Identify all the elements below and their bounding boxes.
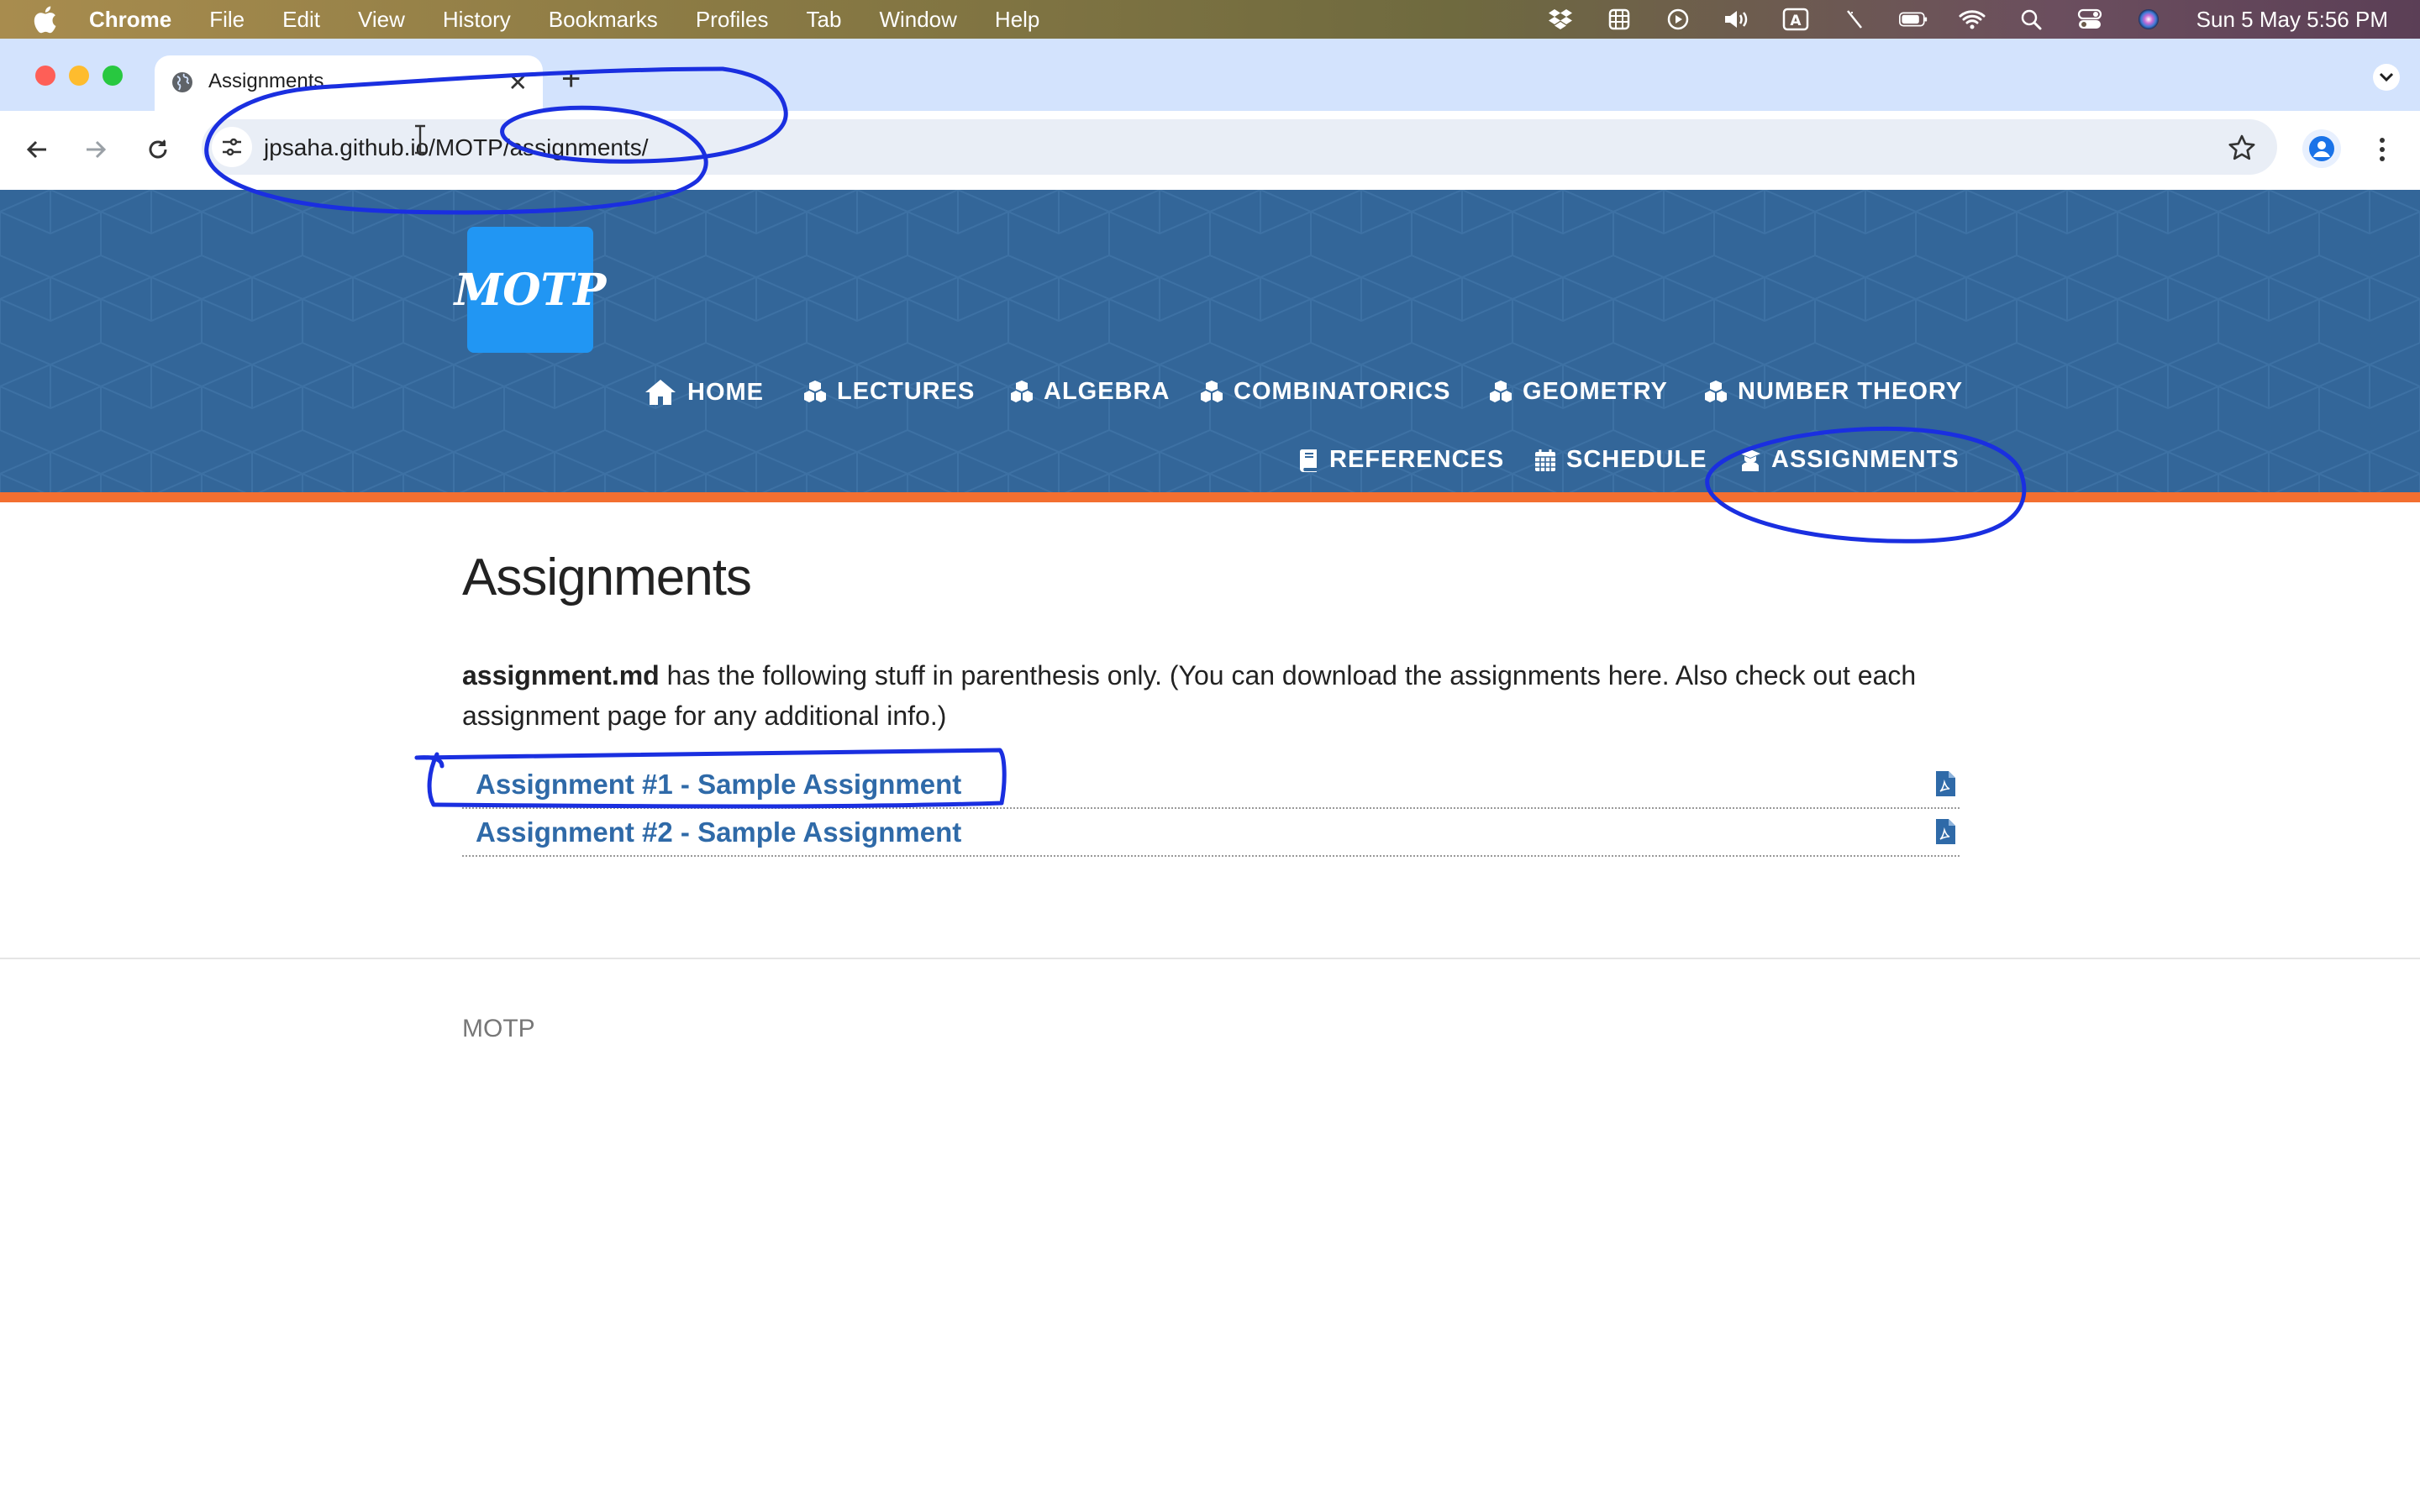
url-text[interactable]: jpsaha.github.io/MOTP/assignments/ — [264, 134, 649, 161]
site-logo-text: MOTP — [454, 264, 607, 316]
menu-window[interactable]: Window — [879, 7, 956, 33]
volume-icon[interactable] — [1723, 7, 1751, 32]
globe-icon — [172, 72, 192, 92]
browser-toolbar: jpsaha.github.io/MOTP/assignments/ — [0, 111, 2420, 190]
dropbox-icon[interactable] — [1546, 7, 1575, 32]
nav-number-theory[interactable]: NUMBER THEORY — [1704, 378, 1963, 406]
menu-profiles[interactable]: Profiles — [696, 7, 769, 33]
intro-text: has the following stuff in parenthesis o… — [462, 660, 1917, 731]
cubes-icon — [1490, 380, 1512, 402]
macos-menu-bar: Chrome File Edit View History Bookmarks … — [0, 0, 2420, 39]
spotlight-search-icon[interactable] — [2017, 7, 2045, 32]
new-tab-button[interactable]: + — [561, 62, 581, 96]
nav-schedule-label: SCHEDULE — [1566, 446, 1707, 473]
nav-assignments-label: ASSIGNMENTS — [1771, 446, 1960, 473]
cubes-icon — [1201, 380, 1223, 402]
intro-filename: assignment.md — [462, 660, 660, 690]
stylus-slash-icon[interactable] — [1840, 7, 1869, 32]
calendar-grid-icon[interactable] — [1605, 7, 1634, 32]
address-bar[interactable]: jpsaha.github.io/MOTP/assignments/ — [202, 119, 2277, 175]
browser-menu-icon[interactable] — [2370, 131, 2395, 168]
cubes-icon — [1011, 380, 1033, 402]
menu-tab[interactable]: Tab — [807, 7, 842, 33]
tab-search-chevron-icon[interactable] — [2373, 64, 2400, 91]
assignment-1-tick — [414, 755, 445, 769]
nav-combinatorics[interactable]: COMBINATORICS — [1200, 378, 1450, 406]
input-source-icon[interactable]: A — [1781, 7, 1810, 32]
nav-assignments[interactable]: ASSIGNMENTS — [1739, 446, 1960, 474]
browser-tab-strip: Assignments ✕ + — [0, 39, 2420, 111]
assignment-row: Assignment #2 - Sample Assignment — [462, 808, 1960, 857]
intro-paragraph: assignment.md has the following stuff in… — [462, 655, 1958, 736]
bookmark-star-icon[interactable] — [2227, 133, 2257, 163]
play-circle-icon[interactable] — [1664, 7, 1692, 32]
site-logo[interactable]: MOTP — [455, 227, 606, 353]
back-arrow-icon[interactable] — [18, 131, 55, 168]
menu-view[interactable]: View — [358, 7, 405, 33]
tab-title: Assignments — [208, 70, 324, 92]
control-center-icon[interactable] — [2075, 7, 2104, 32]
nav-schedule[interactable]: SCHEDULE — [1534, 446, 1707, 474]
header-cube-pattern — [0, 190, 2420, 492]
site-header — [0, 190, 2420, 492]
profile-avatar-icon[interactable] — [2302, 129, 2341, 168]
nav-home[interactable]: HOME — [644, 378, 764, 407]
menu-app-name[interactable]: Chrome — [89, 7, 171, 33]
nav-references[interactable]: REFERENCES — [1299, 446, 1504, 474]
menu-bar-clock[interactable]: Sun 5 May 5:56 PM — [2196, 7, 2388, 33]
nav-algebra-label: ALGEBRA — [1044, 378, 1171, 405]
battery-icon[interactable] — [1898, 7, 1928, 32]
book-icon — [1299, 449, 1317, 472]
menu-edit[interactable]: Edit — [282, 7, 320, 33]
menu-help[interactable]: Help — [995, 7, 1039, 33]
reload-icon[interactable] — [139, 131, 176, 168]
tab-close-icon[interactable]: ✕ — [508, 69, 528, 97]
nav-home-label: HOME — [687, 378, 764, 406]
apple-logo-icon[interactable] — [32, 5, 57, 34]
svg-text:A: A — [1790, 13, 1802, 29]
window-close-button[interactable] — [35, 66, 55, 86]
menu-history[interactable]: History — [443, 7, 511, 33]
nav-lectures-label: LECTURES — [837, 378, 976, 405]
nav-lectures[interactable]: LECTURES — [803, 378, 975, 406]
site-settings-icon[interactable] — [212, 127, 252, 167]
assignment-link[interactable]: Assignment #2 - Sample Assignment — [476, 816, 961, 848]
assignment-link[interactable]: Assignment #1 - Sample Assignment — [476, 769, 961, 801]
nav-number-theory-label: NUMBER THEORY — [1738, 378, 1964, 405]
wifi-icon[interactable] — [1958, 7, 1986, 32]
pdf-file-icon[interactable] — [1934, 770, 1956, 797]
page-title: Assignments — [462, 549, 752, 606]
forward-arrow-icon[interactable] — [77, 131, 114, 168]
active-tab[interactable]: Assignments ✕ — [155, 55, 543, 111]
nav-geometry-label: GEOMETRY — [1523, 378, 1668, 405]
menu-bookmarks[interactable]: Bookmarks — [549, 7, 658, 33]
footer-divider — [0, 958, 2420, 959]
home-icon — [645, 380, 676, 405]
window-minimize-button[interactable] — [69, 66, 89, 86]
pdf-file-icon[interactable] — [1934, 818, 1956, 845]
assignment-row: Assignment #1 - Sample Assignment — [462, 760, 1960, 809]
window-zoom-button[interactable] — [103, 66, 123, 86]
nav-combinatorics-label: COMBINATORICS — [1234, 378, 1451, 405]
header-accent-bar — [0, 492, 2420, 502]
graduate-icon — [1740, 449, 1760, 471]
siri-icon[interactable] — [2134, 7, 2163, 32]
nav-references-label: REFERENCES — [1329, 446, 1505, 473]
nav-algebra[interactable]: ALGEBRA — [1010, 378, 1170, 406]
calendar-icon — [1535, 449, 1555, 471]
menu-file[interactable]: File — [209, 7, 245, 33]
nav-geometry[interactable]: GEOMETRY — [1489, 378, 1668, 406]
cubes-icon — [1705, 380, 1727, 402]
cubes-icon — [804, 380, 826, 402]
footer-site-name: MOTP — [462, 1015, 535, 1042]
